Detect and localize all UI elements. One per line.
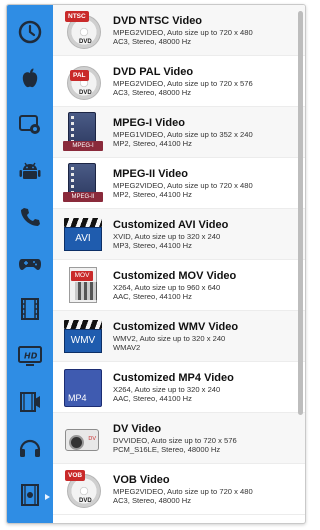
dvd-disc-icon: PAL DVD <box>63 60 103 102</box>
sidebar-item-games[interactable] <box>7 242 53 288</box>
format-audio-spec: AC3, Stereo, 48000 Hz <box>113 88 192 97</box>
video-file-icon <box>17 482 43 513</box>
apple-icon <box>17 65 43 96</box>
format-title: Customized MOV Video <box>113 269 237 282</box>
svg-text:HD: HD <box>24 351 38 360</box>
sidebar-item-movies[interactable] <box>7 381 53 427</box>
hd-tv-icon: HD <box>17 343 43 374</box>
format-row-avi[interactable]: AVI Customized AVI Video XVID, Auto size… <box>53 209 305 260</box>
sidebar-item-apple[interactable] <box>7 57 53 103</box>
format-row-mpeg1[interactable]: MPEG-I MPEG-I Video MPEG1VIDEO, Auto siz… <box>53 107 305 158</box>
format-audio-spec: WMAV2 <box>113 343 141 352</box>
format-row-vob[interactable]: VOB DVD VOB Video MPEG2VIDEO, Auto size … <box>53 464 305 515</box>
format-video-spec: MPEG2VIDEO, Auto size up to 720 x 480 <box>113 180 253 190</box>
sidebar-item-phones[interactable] <box>7 196 53 242</box>
clock-icon <box>17 19 43 50</box>
phone-icon <box>17 204 43 235</box>
format-audio-spec: MP2, Stereo, 44100 Hz <box>113 190 192 199</box>
sidebar-item-video[interactable] <box>7 289 53 335</box>
format-title: Customized MP4 Video <box>113 371 234 384</box>
format-title: Customized AVI Video <box>113 218 229 231</box>
format-row-mpeg2[interactable]: MPEG-II MPEG-II Video MPEG2VIDEO, Auto s… <box>53 158 305 209</box>
film-icon: MPEG-I <box>63 111 103 153</box>
dvd-disc-icon: NTSC DVD <box>63 9 103 51</box>
format-audio-spec: MP2, Stereo, 44100 Hz <box>113 139 192 148</box>
format-video-spec: MPEG2VIDEO, Auto size up to 720 x 480 <box>113 27 253 37</box>
sidebar-item-hd[interactable]: HD <box>7 335 53 381</box>
format-audio-spec: MP3, Stereo, 44100 Hz <box>113 241 192 250</box>
format-title: MPEG-II Video <box>113 167 188 180</box>
android-icon <box>17 158 43 189</box>
format-audio-spec: AC3, Stereo, 48000 Hz <box>113 37 192 46</box>
vertical-scrollbar[interactable] <box>298 11 303 415</box>
headphones-icon <box>17 435 43 466</box>
sidebar-item-recent[interactable] <box>7 11 53 57</box>
sidebar-item-audio[interactable] <box>7 428 53 474</box>
format-row-dvd-pal[interactable]: PAL DVD DVD PAL Video MPEG2VIDEO, Auto s… <box>53 56 305 107</box>
format-picker-panel: HD NTSC DVD DVD NTSC Video MPEG2VIDEO, A… <box>6 4 306 524</box>
format-title: DVD PAL Video <box>113 65 194 78</box>
category-sidebar: HD <box>7 5 53 523</box>
format-video-spec: WMV2, Auto size up to 320 x 240 <box>113 333 226 343</box>
format-row-dv[interactable]: DV DV Video DVVIDEO, Auto size up to 720… <box>53 413 305 464</box>
sidebar-item-video-files[interactable] <box>7 474 53 520</box>
format-title: DVD NTSC Video <box>113 14 203 27</box>
dvd-disc-icon: VOB DVD <box>63 468 103 510</box>
film-strip-icon <box>17 296 43 327</box>
format-row-mp4[interactable]: MP4 Customized MP4 Video X264, Auto size… <box>53 362 305 413</box>
sidebar-item-devices[interactable] <box>7 104 53 150</box>
format-row-dvd-ntsc[interactable]: NTSC DVD DVD NTSC Video MPEG2VIDEO, Auto… <box>53 5 305 56</box>
film-icon: MPEG-II <box>63 162 103 204</box>
gamepad-icon <box>17 250 43 281</box>
format-audio-spec: AC3, Stereo, 48000 Hz <box>113 496 192 505</box>
format-title: MPEG-I Video <box>113 116 185 129</box>
format-row-wmv[interactable]: WMV Customized WMV Video WMV2, Auto size… <box>53 311 305 362</box>
camcorder-icon: DV <box>63 417 103 459</box>
format-video-spec: XVID, Auto size up to 320 x 240 <box>113 231 221 241</box>
format-video-spec: X264, Auto size up to 320 x 240 <box>113 384 221 394</box>
format-audio-spec: AAC, Stereo, 44100 Hz <box>113 292 192 301</box>
format-row-mov[interactable]: MOV Customized MOV Video X264, Auto size… <box>53 260 305 311</box>
format-video-spec: DVVIDEO, Auto size up to 720 x 576 <box>113 435 237 445</box>
format-title: Customized WMV Video <box>113 320 239 333</box>
film-reel-icon <box>17 389 43 420</box>
format-video-spec: MPEG2VIDEO, Auto size up to 720 x 480 <box>113 486 253 496</box>
sidebar-item-android[interactable] <box>7 150 53 196</box>
format-video-spec: MPEG1VIDEO, Auto size up to 352 x 240 <box>113 129 253 139</box>
format-video-spec: X264, Auto size up to 960 x 640 <box>113 282 221 292</box>
clapperboard-icon: WMV <box>63 315 103 357</box>
format-list: NTSC DVD DVD NTSC Video MPEG2VIDEO, Auto… <box>53 5 305 523</box>
mp4-icon: MP4 <box>63 366 103 408</box>
format-audio-spec: AAC, Stereo, 44100 Hz <box>113 394 192 403</box>
format-title: DV Video <box>113 422 162 435</box>
mov-file-icon: MOV <box>63 264 103 306</box>
drive-gear-icon <box>17 111 43 142</box>
format-title: VOB Video <box>113 473 170 486</box>
format-video-spec: MPEG2VIDEO, Auto size up to 720 x 576 <box>113 78 253 88</box>
clapperboard-icon: AVI <box>63 213 103 255</box>
format-audio-spec: PCM_S16LE, Stereo, 48000 Hz <box>113 445 221 454</box>
